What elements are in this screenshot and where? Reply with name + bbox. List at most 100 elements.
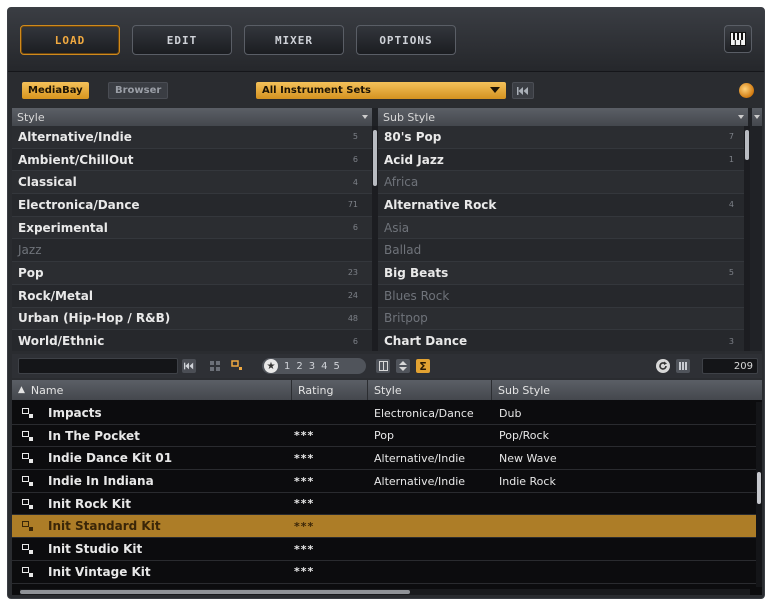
load-button[interactable]: LOAD <box>20 25 120 55</box>
rewind-button[interactable] <box>182 359 196 373</box>
status-orb-icon[interactable] <box>739 83 754 98</box>
result-name: Init Rock Kit <box>48 496 131 511</box>
result-row[interactable]: Init Vintage Kit *** <box>12 561 758 584</box>
options-button[interactable]: OPTIONS <box>356 25 456 55</box>
substyle-item[interactable]: Africa <box>378 171 748 195</box>
column-header-substyle[interactable]: Sub Style <box>492 380 762 400</box>
rating-filter[interactable]: ★ 1 2 3 4 5 <box>262 358 366 374</box>
view-options-button[interactable] <box>676 359 690 373</box>
result-row[interactable]: Impacts Electronica/Dance Dub <box>12 402 758 425</box>
rating-4[interactable]: 4 <box>321 361 327 372</box>
substyle-item-count: 5 <box>728 268 734 278</box>
mixer-button[interactable]: MIXER <box>244 25 344 55</box>
program-file-icon <box>22 544 33 555</box>
halion-sonic-window: LOAD EDIT MIXER OPTIONS MediaBay Browser… <box>7 7 765 599</box>
substyle-item[interactable]: Alternative Rock 4 <box>378 194 748 217</box>
style-item-label: Alternative/Indie <box>18 129 132 144</box>
results-hscrollbar[interactable] <box>20 589 750 595</box>
program-file-icon <box>22 476 33 487</box>
style-item[interactable]: Electronica/Dance 71 <box>12 194 372 217</box>
column-header-name[interactable]: ▲ Name <box>12 380 292 400</box>
result-name: Init Studio Kit <box>48 542 143 557</box>
style-item[interactable]: Jazz <box>12 239 372 263</box>
column-header-style[interactable]: Style <box>368 380 492 400</box>
search-input[interactable] <box>18 358 178 374</box>
file-type-filter-button[interactable] <box>230 359 244 373</box>
substyle-item[interactable]: Asia <box>378 216 748 240</box>
rating-3[interactable]: 3 <box>309 361 315 372</box>
style-item-count: 6 <box>352 155 358 165</box>
results-hscrollbar-thumb[interactable] <box>20 590 410 594</box>
rating-2[interactable]: 2 <box>296 361 302 372</box>
substyle-scrollbar[interactable] <box>744 126 750 351</box>
style-item-count: 48 <box>347 313 358 323</box>
substyle-item-label: 80's Pop <box>384 129 442 144</box>
result-row[interactable]: Indie Dance Kit 01 *** Alternative/Indie Ne… <box>12 447 758 471</box>
result-name: In The Pocket <box>48 428 140 443</box>
results-body: Impacts Electronica/Dance Dub In The Pocket… <box>12 402 758 584</box>
substyle-column-header[interactable]: Sub Style <box>378 108 748 126</box>
style-item-count: 71 <box>347 200 358 210</box>
style-item[interactable]: Alternative/Indie 5 <box>12 126 372 149</box>
result-row[interactable]: Indie In Indiana *** Alternative/Indie Indi… <box>12 470 758 493</box>
substyle-item[interactable]: Britpop <box>378 307 748 331</box>
column-add-button[interactable] <box>752 108 762 126</box>
style-item[interactable]: Urban (Hip-Hop / R&B) 48 <box>12 307 372 331</box>
bars-icon <box>679 362 687 370</box>
substyle-item[interactable]: 80's Pop 7 <box>378 126 748 149</box>
rewind-icon <box>184 362 194 370</box>
style-column-header[interactable]: Style <box>12 108 372 126</box>
sort-button[interactable] <box>396 359 410 373</box>
result-substyle: Dub <box>499 406 522 420</box>
substyle-item[interactable]: Acid Jazz 1 <box>378 148 748 172</box>
rewind-icon <box>517 86 528 95</box>
style-scrollbar-thumb[interactable] <box>373 130 377 186</box>
result-row[interactable]: Init Studio Kit *** <box>12 538 758 561</box>
style-item[interactable]: Ambient/ChillOut 6 <box>12 148 372 172</box>
column-header-rating[interactable]: Rating <box>292 380 368 400</box>
rating-5[interactable]: 5 <box>334 361 340 372</box>
substyle-item-count: 3 <box>728 336 734 346</box>
result-style: Alternative/Indie <box>374 474 466 488</box>
substyle-item-count: 1 <box>728 155 734 165</box>
result-row[interactable]: Init Standard Kit *** <box>12 515 758 539</box>
style-list: Alternative/Indie 5 Ambient/ChillOut 6 Class… <box>12 126 372 351</box>
style-item[interactable]: Experimental 6 <box>12 216 372 240</box>
tree-view-icon <box>210 361 220 371</box>
substyle-item[interactable]: Blues Rock <box>378 284 748 308</box>
tab-browser[interactable]: Browser <box>108 82 169 99</box>
substyle-item[interactable]: Ballad <box>378 239 748 263</box>
instrument-set-dropdown[interactable]: All Instrument Sets <box>256 82 506 99</box>
sigma-button[interactable]: Σ <box>416 359 430 373</box>
substyle-item-label: Blues Rock <box>384 288 450 303</box>
results-scrollbar-thumb[interactable] <box>757 472 761 504</box>
substyle-item-label: Africa <box>384 175 419 190</box>
style-item-label: Classical <box>18 175 77 190</box>
result-rating: *** <box>294 429 315 443</box>
results-scrollbar[interactable] <box>756 402 762 587</box>
style-item-count: 24 <box>347 291 358 301</box>
tab-mediabay[interactable]: MediaBay <box>22 82 89 99</box>
sync-button[interactable] <box>656 359 670 373</box>
substyle-item[interactable]: Chart Dance 3 <box>378 330 748 351</box>
style-item[interactable]: Rock/Metal 24 <box>12 284 372 308</box>
rating-1[interactable]: 1 <box>284 361 290 372</box>
reset-filter-button[interactable] <box>512 82 534 99</box>
results-header: ▲ Name Rating Style Sub Style <box>12 380 762 400</box>
result-row[interactable]: In The Pocket *** Pop Pop/Rock <box>12 425 758 448</box>
substyle-item[interactable]: Big Beats 5 <box>378 262 748 285</box>
substyle-item-count: 7 <box>728 132 734 142</box>
edit-button[interactable]: EDIT <box>132 25 232 55</box>
program-file-icon <box>22 453 33 464</box>
result-row[interactable]: Init Rock Kit *** <box>12 493 758 516</box>
style-item[interactable]: World/Ethnic 6 <box>12 330 372 351</box>
substyle-scrollbar-thumb[interactable] <box>745 130 749 160</box>
results-toolbar: ★ 1 2 3 4 5 Σ 209 <box>12 354 762 378</box>
style-item-count: 5 <box>352 132 358 142</box>
columns-button[interactable] <box>376 359 390 373</box>
style-item-label: Ambient/ChillOut <box>18 152 134 167</box>
folder-view-button[interactable] <box>208 359 222 373</box>
style-item[interactable]: Classical 4 <box>12 171 372 195</box>
style-item[interactable]: Pop 23 <box>12 262 372 285</box>
keyboard-button[interactable] <box>724 25 752 53</box>
